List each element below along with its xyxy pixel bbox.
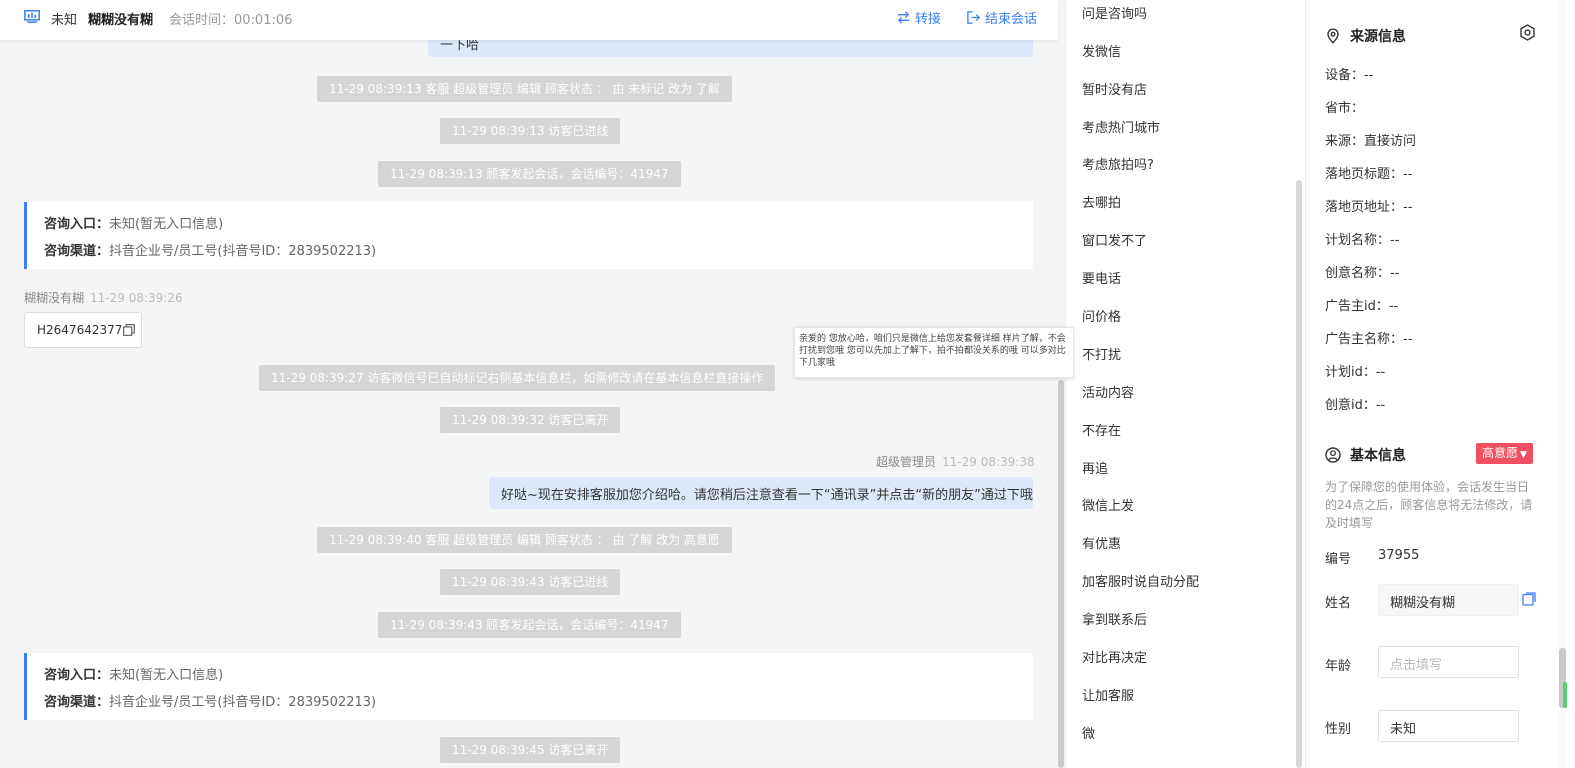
system-event: 11-29 08:39:13 客服 超级管理员 编辑 顾客状态 ： 由 未标记 … <box>317 76 732 102</box>
end-session-label: 结束会话 <box>985 12 1038 27</box>
source-device: 设备：-- <box>1325 68 1374 83</box>
system-event: 11-29 08:39:43 访客已进线 <box>440 569 621 595</box>
quick-reply-item[interactable]: 去哪拍 <box>1082 192 1121 211</box>
source-plan-name: 计划名称：-- <box>1325 233 1400 248</box>
copy-edit-icon[interactable] <box>1522 592 1536 606</box>
consult-channel-row: 咨询渠道：抖音企业号/员工号(抖音号ID：2839502213) <box>44 695 377 710</box>
agent-message: 好哒~现在安排客服加您介绍哈。请您稍后注意查看一下“通讯录”并点击“新的朋友”通… <box>489 477 1033 509</box>
system-event: 11-29 08:39:40 客服 超级管理员 编辑 顾客状态 ： 由 了解 改… <box>317 527 732 553</box>
customer-info-panel: 来源信息 设备：-- 省市： 来源：直接访问 落地页标题：-- 落地页地址：--… <box>1305 0 1575 768</box>
quick-reply-item[interactable]: 暂时没有店 <box>1082 79 1147 98</box>
name-field[interactable]: 糊糊没有糊 <box>1378 584 1519 616</box>
system-event: 11-29 08:39:45 访客已离开 <box>440 737 621 763</box>
quick-reply-item[interactable]: 问价格 <box>1082 306 1121 325</box>
source-plan-id: 计划id：-- <box>1325 365 1386 380</box>
system-event: 11-29 08:39:13 顾客发起会话，会话编号：41947 <box>378 161 681 187</box>
quick-reply-item[interactable]: 窗口发不了 <box>1082 230 1147 249</box>
quick-reply-item[interactable]: 不打扰 <box>1082 344 1121 363</box>
source-creative-name: 创意名称：-- <box>1325 266 1400 281</box>
age-input[interactable]: 点击填写 <box>1378 646 1519 678</box>
visitor-status: 未知 <box>51 13 78 28</box>
visitor-message[interactable]: H2647642377 <box>24 312 142 348</box>
system-event: 11-29 08:39:43 顾客发起会话，会话编号：41947 <box>378 612 681 638</box>
name-label: 姓名 <box>1325 596 1352 611</box>
message-sender: 糊糊没有糊 11-29 08:39:26 <box>24 291 183 305</box>
gender-select[interactable]: 未知 <box>1378 710 1519 742</box>
quick-reply-item[interactable]: 微 <box>1082 723 1095 742</box>
age-label: 年龄 <box>1325 659 1352 674</box>
source-advertiser-name: 广告主名称：-- <box>1325 332 1413 347</box>
location-pin-icon <box>1327 28 1339 44</box>
monitor-icon <box>24 10 40 23</box>
intent-badge[interactable]: 高意愿 ▼ <box>1476 443 1533 464</box>
quick-reply-item[interactable]: 再追 <box>1082 458 1108 477</box>
quick-reply-scrollbar[interactable] <box>1296 180 1302 768</box>
quick-reply-item[interactable]: 不存在 <box>1082 420 1121 439</box>
quick-reply-item[interactable]: 发微信 <box>1082 41 1121 60</box>
end-session-button[interactable]: 结束会话 <box>966 8 1037 27</box>
quick-reply-item[interactable]: 加客服时说自动分配 <box>1082 571 1199 590</box>
id-label: 编号 <box>1325 552 1352 567</box>
consult-channel-row: 咨询渠道：抖音企业号/员工号(抖音号ID：2839502213) <box>44 244 377 259</box>
quick-reply-item[interactable]: 有优惠 <box>1082 533 1121 552</box>
basic-info-title: 基本信息 <box>1325 445 1406 465</box>
copy-icon[interactable] <box>123 324 136 336</box>
session-timer: 会话时间：00:01:06 <box>169 13 293 28</box>
quick-reply-item[interactable]: 拿到联系后 <box>1082 609 1147 628</box>
source-landing-title: 落地页标题：-- <box>1325 167 1413 182</box>
quick-reply-item[interactable]: 要电话 <box>1082 268 1121 287</box>
quick-reply-item[interactable]: 考虑旅拍吗? <box>1082 154 1154 173</box>
transfer-icon <box>897 11 910 24</box>
quick-reply-item[interactable]: 微信上发 <box>1082 495 1134 514</box>
visitor-name: 糊糊没有糊 <box>88 13 154 28</box>
settings-icon[interactable] <box>1519 24 1536 41</box>
message-sender: 超级管理员 11-29 08:39:38 <box>876 455 1035 469</box>
edit-notice: 为了保障您的使用体验，会话发生当日的24点之后，顾客信息将无法修改，请及时填写 <box>1325 480 1533 530</box>
transfer-label: 转接 <box>915 12 942 27</box>
source-info-title: 来源信息 <box>1325 26 1406 46</box>
consult-info-card: 咨询入口：未知(暂无入口信息) 咨询渠道：抖音企业号/员工号(抖音号ID：283… <box>24 202 1033 269</box>
id-value: 37955 <box>1378 548 1420 563</box>
caret-down-icon: ▼ <box>1520 450 1527 460</box>
quick-reply-item[interactable]: 活动内容 <box>1082 382 1134 401</box>
exit-icon <box>967 11 981 24</box>
quick-reply-panel: 问是咨询吗 发微信 暂时没有店 考虑热门城市 考虑旅拍吗? 去哪拍 窗口发不了 … <box>1065 0 1305 768</box>
system-event: 11-29 08:39:27 访客微信号已自动标记右侧基本信息栏，如需修改请在基… <box>259 365 776 391</box>
status-indicator <box>1563 682 1567 708</box>
quick-reply-item[interactable]: 对比再决定 <box>1082 647 1147 666</box>
source-creative-id: 创意id：-- <box>1325 398 1386 413</box>
system-event: 11-29 08:39:32 访客已离开 <box>440 407 621 433</box>
source-region: 省市： <box>1325 101 1365 116</box>
source-landing-url: 落地页地址：-- <box>1325 200 1413 215</box>
transfer-button[interactable]: 转接 <box>896 8 941 27</box>
quick-reply-item[interactable]: 考虑热门城市 <box>1082 117 1160 136</box>
consult-entry-row: 咨询入口：未知(暂无入口信息) <box>44 217 224 232</box>
chat-header: 未知 糊糊没有糊 会话时间：00:01:06 转接 结束会话 <box>0 0 1058 40</box>
chat-panel: 未知 糊糊没有糊 会话时间：00:01:06 转接 结束会话 一下哈 11-29… <box>0 0 1065 768</box>
source-origin: 来源：直接访问 <box>1325 134 1417 149</box>
consult-info-card: 咨询入口：未知(暂无入口信息) 咨询渠道：抖音企业号/员工号(抖音号ID：283… <box>24 653 1033 720</box>
quick-reply-tooltip: 亲爱的 您放心哈，咱们只是微信上给您发套餐详细 样片了解，不会打扰到您哦 您可以… <box>794 327 1074 378</box>
quick-reply-item[interactable]: 让加客服 <box>1082 685 1134 704</box>
source-advertiser-id: 广告主id：-- <box>1325 299 1399 314</box>
gender-label: 性别 <box>1325 722 1352 737</box>
quick-reply-item[interactable]: 问是咨询吗 <box>1082 3 1147 22</box>
user-circle-icon <box>1325 447 1341 463</box>
chat-scrollbar[interactable] <box>1058 380 1064 768</box>
consult-entry-row: 咨询入口：未知(暂无入口信息) <box>44 668 224 683</box>
system-event: 11-29 08:39:13 访客已进线 <box>440 118 621 144</box>
